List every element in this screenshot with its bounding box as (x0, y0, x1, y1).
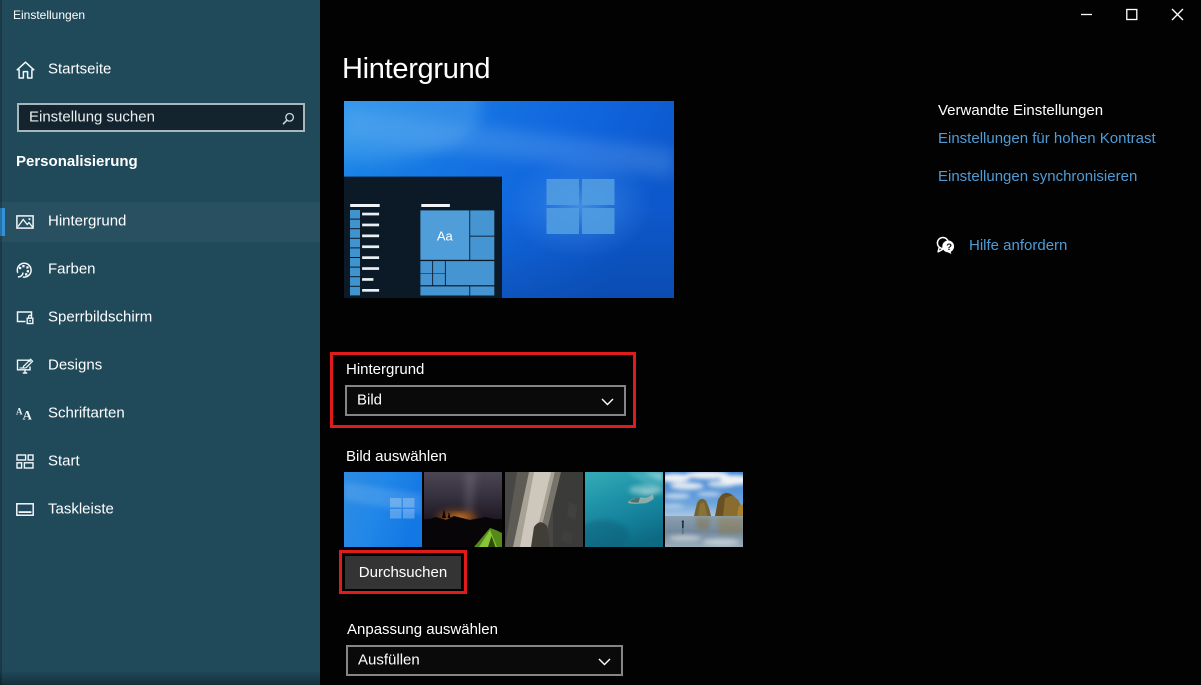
svg-text:A: A (23, 408, 33, 423)
svg-text:?: ? (946, 242, 952, 253)
svg-text:Aa: Aa (437, 229, 454, 244)
